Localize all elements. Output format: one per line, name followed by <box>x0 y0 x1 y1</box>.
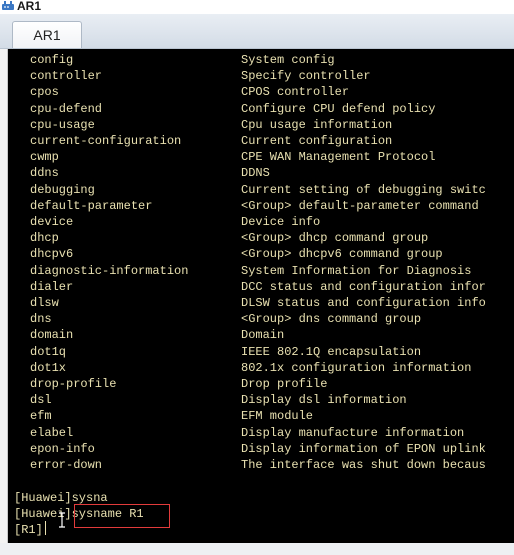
help-row: diagnostic-information System Information… <box>8 263 514 279</box>
help-row-description: <Group> dhcp command group <box>241 231 429 246</box>
help-row-description: Cpu usage information <box>241 117 393 132</box>
help-row-command: config <box>30 53 74 67</box>
help-row: cpu-defend Configure CPU defend policy <box>8 101 514 117</box>
tab-strip: AR1 <box>0 14 514 49</box>
help-row-description: System Information for Diagnosis <box>241 263 472 278</box>
help-row-description: DLSW status and configuration info <box>241 296 486 310</box>
help-row-command: epon-info <box>30 441 95 456</box>
help-row-command: efm <box>30 409 52 424</box>
help-row-command: elabel <box>30 425 74 440</box>
help-row: current-configuration Current configurati… <box>8 133 514 149</box>
help-row-command: error-down <box>30 458 103 472</box>
help-row: drop-profile Drop profile <box>8 376 514 392</box>
help-row-command: default-parameter <box>30 198 153 213</box>
help-row-description: <Group> dhcpv6 command group <box>241 247 443 262</box>
help-row-command: dsl <box>30 393 52 408</box>
help-row-command: dot1x <box>30 360 67 375</box>
left-gutter <box>0 49 8 543</box>
help-row-command: dot1q <box>30 344 67 359</box>
help-row: error-down The interface was shut down be… <box>8 457 514 473</box>
help-row-description: DDNS <box>241 166 270 181</box>
help-row-description: Device info <box>241 215 321 229</box>
router-app-icon <box>2 1 14 10</box>
help-row-description: Drop profile <box>241 377 328 391</box>
help-row-command: controller <box>30 69 103 84</box>
help-row-command: dhcpv6 <box>30 247 74 262</box>
help-row-command: debugging <box>30 182 95 197</box>
help-row-description: The interface was shut down becaus <box>241 458 486 472</box>
help-row: dot1x 802.1x configuration information <box>8 360 514 376</box>
title-bar: AR1 <box>0 0 514 14</box>
help-row: dlsw DLSW status and configuration info <box>8 295 514 311</box>
help-row-description: 802.1x configuration information <box>241 360 472 375</box>
help-row-command: cpu-defend <box>30 101 103 116</box>
help-row: dhcpv6 <Group> dhcpv6 command group <box>8 246 514 262</box>
help-row: dsl Display dsl information <box>8 392 514 408</box>
command-highlight-box <box>74 504 170 528</box>
help-row-description: DCC status and configuration infor <box>241 279 486 294</box>
help-row-command: current-configuration <box>30 134 182 148</box>
help-row: dot1q IEEE 802.1Q encapsulation <box>8 344 514 360</box>
terminal-window: AR1 AR1 config System config controller Spe… <box>0 0 514 555</box>
help-row: dialer DCC status and configuration infor <box>8 279 514 295</box>
help-row-command: ddns <box>30 166 59 181</box>
help-row: dhcp <Group> dhcp command group <box>8 230 514 246</box>
help-row-description: IEEE 802.1Q encapsulation <box>241 344 422 359</box>
help-row-description: <Group> dns command group <box>241 312 422 327</box>
status-strip <box>0 543 514 555</box>
help-row-description: <Group> default-parameter command <box>241 198 479 213</box>
help-row-command: cpu-usage <box>30 117 95 132</box>
help-row: efm EFM module <box>8 408 514 424</box>
help-row: epon-info Display information of EPON upl… <box>8 441 514 457</box>
help-row-command: dlsw <box>30 296 59 310</box>
text-caret <box>45 521 46 535</box>
help-row-command: dns <box>30 312 52 327</box>
help-row: domain Domain <box>8 327 514 343</box>
help-row: cwmp CPE WAN Management Protocol <box>8 149 514 165</box>
help-row-description: EFM module <box>241 409 314 424</box>
help-row-description: Display information of EPON uplink <box>241 441 486 456</box>
help-row-description: Display dsl information <box>241 393 407 408</box>
help-row-command: cpos <box>30 85 59 100</box>
help-row-description: Display manufacture information <box>241 425 465 440</box>
help-row-command: device <box>30 215 74 229</box>
help-row-description: Current setting of debugging switc <box>241 182 486 197</box>
help-row-command: domain <box>30 328 74 343</box>
help-row: elabel Display manufacture information <box>8 425 514 441</box>
help-row-command: drop-profile <box>30 377 117 391</box>
help-row-description: System config <box>241 53 335 67</box>
help-row: config System config <box>8 52 514 68</box>
help-row-description: Configure CPU defend policy <box>241 101 436 116</box>
help-row-description: Current configuration <box>241 134 393 148</box>
help-row-description: Domain <box>241 328 285 343</box>
help-row: device Device info <box>8 214 514 230</box>
help-row-description: CPOS controller <box>241 85 350 100</box>
help-row-command: diagnostic-information <box>30 263 189 278</box>
help-row-description: CPE WAN Management Protocol <box>241 150 436 165</box>
help-row: cpos CPOS controller <box>8 84 514 100</box>
terminal-console[interactable]: config System config controller Specify con… <box>8 49 514 543</box>
help-row-command: dialer <box>30 279 74 294</box>
help-row-command: dhcp <box>30 231 59 246</box>
help-row: dns <Group> dns command group <box>8 311 514 327</box>
help-row: ddns DDNS <box>8 165 514 181</box>
ibeam-cursor-icon <box>59 512 65 528</box>
window-title: AR1 <box>17 0 42 13</box>
help-row: cpu-usage Cpu usage information <box>8 117 514 133</box>
help-row-description: Specify controller <box>241 69 371 84</box>
help-row-command: cwmp <box>30 150 59 165</box>
help-row: debugging Current setting of debugging sw… <box>8 182 514 198</box>
prompt-line-3: [R1] <box>14 523 43 537</box>
tab-ar1[interactable]: AR1 <box>12 21 82 48</box>
help-row: default-parameter <Group> default-paramet… <box>8 198 514 214</box>
help-row: controller Specify controller <box>8 68 514 84</box>
